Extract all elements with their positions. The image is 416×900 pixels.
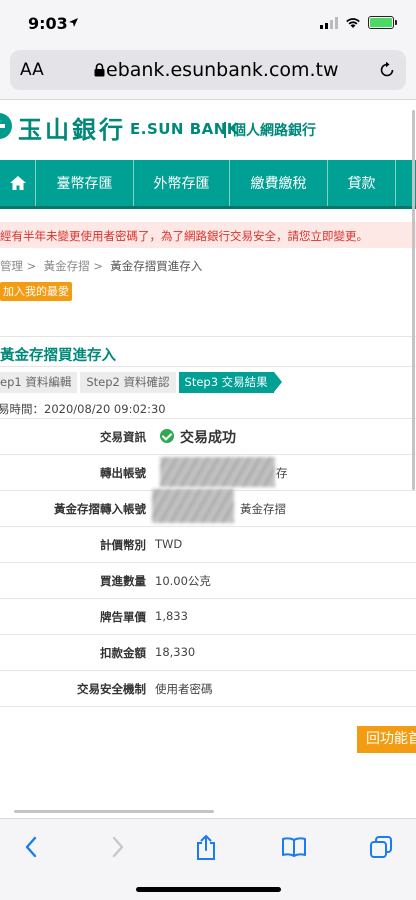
row-value: 黃金存摺 xyxy=(240,502,286,516)
row-value: 18,330 xyxy=(155,645,196,659)
row-label: 交易資訊 xyxy=(100,430,146,444)
url-text[interactable]: ebank.esunbank.com.tw xyxy=(106,59,339,81)
row-value: 使用者密碼 xyxy=(155,682,213,696)
home-icon xyxy=(9,176,26,190)
vertical-scrollbar[interactable] xyxy=(412,110,415,490)
row-label: 牌告單價 xyxy=(100,610,146,624)
status-icons xyxy=(320,16,397,29)
redacted-account xyxy=(152,489,234,523)
nav-item-loans[interactable]: 貸款 xyxy=(328,160,396,206)
chevron-left-icon xyxy=(25,836,37,858)
nav-item-foreign[interactable]: 外幣存匯 xyxy=(134,160,230,206)
book-icon xyxy=(282,837,306,857)
wifi-icon xyxy=(346,17,360,28)
tabs-icon xyxy=(370,836,392,858)
transaction-status: 交易成功 xyxy=(180,430,236,446)
share-icon xyxy=(197,834,215,860)
browser-toolbar xyxy=(0,818,416,900)
reader-text-size-button[interactable]: AA xyxy=(20,60,44,80)
table-row: 計價幣別 TWD xyxy=(0,527,416,563)
step-indicator: ep1 資料編輯 Step2 資料確認 Step3 交易結果 xyxy=(0,372,282,393)
step-1: ep1 資料編輯 xyxy=(0,372,78,393)
logo-personal-banking: 個人網路銀行 xyxy=(232,123,316,139)
nav-home-button[interactable] xyxy=(0,160,36,206)
breadcrumb-current: 黃金存摺買進存入 xyxy=(110,259,203,273)
row-label: 交易安全機制 xyxy=(77,682,146,696)
row-value: TWD xyxy=(155,537,183,551)
table-row: 黃金存摺轉入帳號 黃金存摺 xyxy=(0,489,416,527)
check-circle-icon xyxy=(160,429,174,443)
divider xyxy=(0,366,416,367)
web-page: 玉山銀行 E.SUN BANK 個人網路銀行 臺幣存匯 外幣存匯 繳費繳稅 貸款… xyxy=(0,100,416,818)
row-label: 黃金存摺轉入帳號 xyxy=(54,502,146,516)
home-indicator xyxy=(136,887,281,892)
transaction-time: 易時間：2020/08/20 09:02:30 xyxy=(0,402,166,416)
main-nav: 臺幣存匯 外幣存匯 繳費繳稅 貸款 xyxy=(0,160,416,206)
table-row: 扣款金額 18,330 xyxy=(0,635,416,671)
esun-logo-icon xyxy=(0,113,12,139)
bookmarks-button[interactable] xyxy=(279,833,309,861)
page-title: 黃金存摺買進存入 xyxy=(0,348,116,364)
back-to-menu-button[interactable]: 回功能首 xyxy=(357,726,416,753)
lock-icon xyxy=(94,63,105,77)
table-row: 買進數量 10.00公克 xyxy=(0,563,416,599)
table-row: 轉出帳號 存 xyxy=(0,455,416,491)
row-value: 10.00公克 xyxy=(155,574,211,588)
forward-button[interactable] xyxy=(103,833,133,861)
horizontal-scrollbar[interactable] xyxy=(14,810,214,813)
password-notice: 經有半年未變更使用者密碼了，為了網路銀行交易安全，請您立即變更。 xyxy=(0,222,416,248)
location-arrow-icon xyxy=(69,18,78,27)
table-row: 交易安全機制 使用者密碼 xyxy=(0,671,416,707)
result-table: 交易資訊 交易成功 轉出帳號 存 黃金存摺轉入帳號 黃金存摺 計價幣別 TWD … xyxy=(0,418,416,707)
battery-icon xyxy=(368,16,397,29)
nav-item-twd[interactable]: 臺幣存匯 xyxy=(36,160,134,206)
step-2: Step2 資料確認 xyxy=(80,372,176,393)
nav-item-payments[interactable]: 繳費繳稅 xyxy=(230,160,328,206)
back-button[interactable] xyxy=(16,833,46,861)
change-password-link[interactable]: 立即變更 xyxy=(311,229,357,243)
notice-text: 經有半年未變更使用者密碼了，為了網路銀行交易安全，請您 xyxy=(0,229,311,243)
redacted-account xyxy=(160,457,275,487)
share-button[interactable] xyxy=(191,833,221,861)
logo-divider xyxy=(224,122,226,138)
address-bar[interactable]: AA ebank.esunbank.com.tw xyxy=(10,50,406,90)
table-row: 牌告單價 1,833 xyxy=(0,599,416,635)
browser-address-area: AA ebank.esunbank.com.tw xyxy=(0,46,416,100)
breadcrumb-item[interactable]: 黃金存摺 > xyxy=(44,259,103,273)
add-favorite-button[interactable]: 加入我的最愛 xyxy=(0,282,72,301)
breadcrumb: 管理 > 黃金存摺 > 黃金存摺買進存入 xyxy=(0,258,202,274)
logo-chinese-name: 玉山銀行 xyxy=(18,116,126,144)
cellular-signal-icon xyxy=(320,16,338,29)
status-time: 9:03 xyxy=(28,14,68,33)
status-bar: 9:03 xyxy=(0,0,416,46)
reload-icon[interactable] xyxy=(378,61,396,79)
row-label: 計價幣別 xyxy=(100,538,146,552)
logo-english-name: E.SUN BANK xyxy=(130,120,239,138)
row-label: 轉出帳號 xyxy=(100,466,146,480)
row-label: 扣款金額 xyxy=(100,646,146,660)
nav-underline xyxy=(0,206,416,209)
bank-logo[interactable]: 玉山銀行 E.SUN BANK 個人網路銀行 xyxy=(0,110,416,144)
step-3-active: Step3 交易結果 xyxy=(178,372,282,393)
row-label: 買進數量 xyxy=(100,574,146,588)
tabs-button[interactable] xyxy=(366,833,396,861)
divider xyxy=(0,336,416,337)
row-value: 1,833 xyxy=(155,609,188,623)
table-row: 交易資訊 交易成功 xyxy=(0,419,416,455)
notice-suffix: 。 xyxy=(356,229,369,243)
breadcrumb-item[interactable]: 管理 > xyxy=(0,259,36,273)
chevron-right-icon xyxy=(112,836,124,858)
row-value: 存 xyxy=(276,466,288,480)
